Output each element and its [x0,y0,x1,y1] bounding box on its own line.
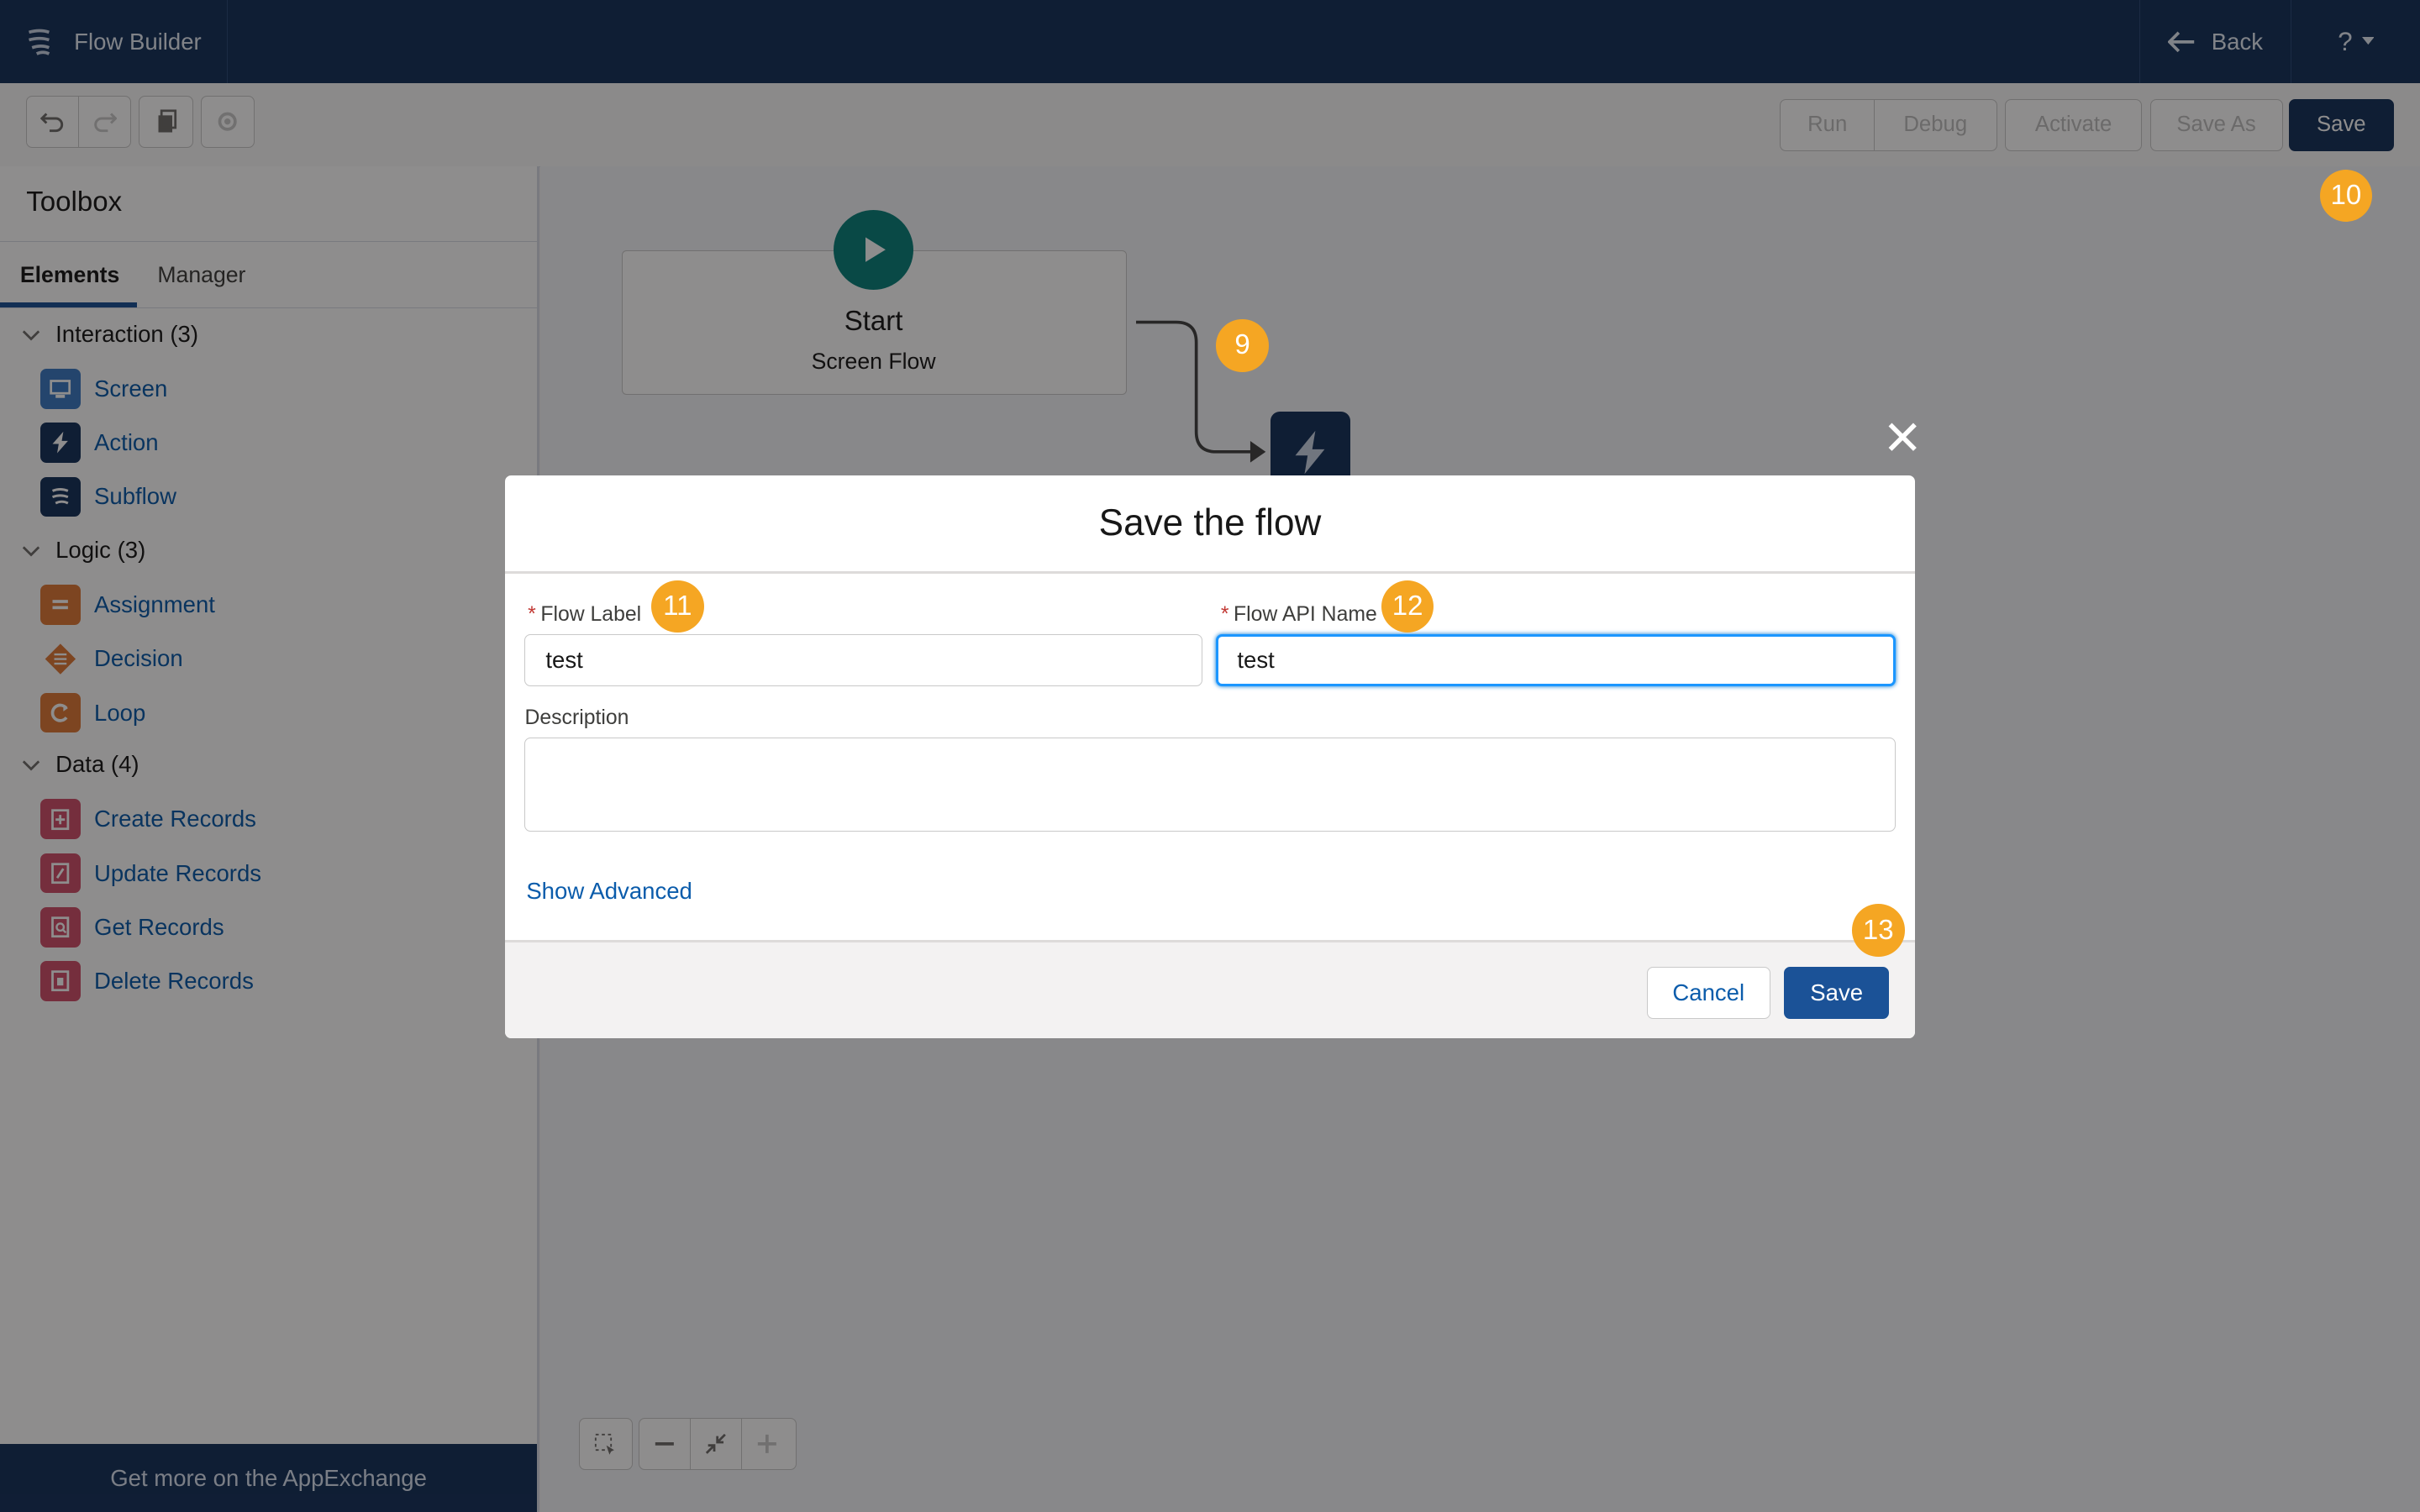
required-asterisk: * [1220,603,1229,627]
flow-label-label: * Flow Label [528,603,641,627]
modal-title: Save the flow [504,475,1916,574]
description-label: Description [524,706,629,730]
required-asterisk: * [528,603,536,627]
cancel-button[interactable]: Cancel [1646,966,1770,1020]
step-badge: 10 [2319,170,2373,223]
step-badge: 12 [1381,580,1434,633]
flow-label-label-text: Flow Label [540,603,642,627]
flow-api-name-label-text: Flow API Name [1234,603,1377,627]
modal-save-button[interactable]: Save [1784,966,1890,1020]
step-badge: 13 [1852,904,1905,957]
save-flow-modal: Save the flow * Flow Label test * Flow API… [504,475,1916,1039]
description-textarea[interactable] [524,737,1896,832]
modal-close-button[interactable] [1880,413,1926,459]
flow-api-name-input[interactable]: test [1216,633,1896,687]
show-advanced-link[interactable]: Show Advanced [526,878,692,905]
close-icon [1889,423,1918,451]
step-badge: 9 [1216,319,1269,372]
flow-label-input[interactable]: test [524,633,1202,687]
flow-api-name-label: * Flow API Name [1221,603,1377,627]
step-badge: 11 [651,580,704,633]
modal-footer: Cancel Save [504,939,1916,1039]
